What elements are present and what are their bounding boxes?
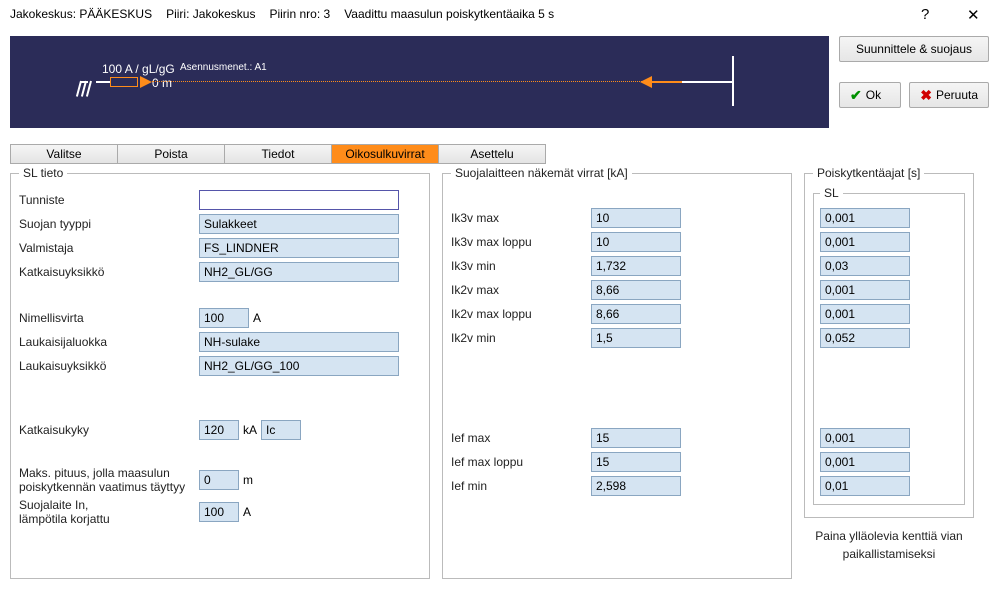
tab-poista[interactable]: Poista bbox=[117, 144, 225, 164]
ik3vmin-input[interactable]: 1,732 bbox=[591, 256, 681, 276]
tunniste-input[interactable] bbox=[199, 190, 399, 210]
ik2vmax-input[interactable]: 8,66 bbox=[591, 280, 681, 300]
ajat-input-5[interactable]: 0,052 bbox=[820, 328, 910, 348]
iefmax-input[interactable]: 15 bbox=[591, 428, 681, 448]
katkaisuyksikko-label: Katkaisuyksikkö bbox=[19, 265, 199, 279]
virrat-legend: Suojalaitteen näkemät virrat [kA] bbox=[451, 166, 632, 180]
ajat2-input-2[interactable]: 0,01 bbox=[820, 476, 910, 496]
iefmaxloppu-label: Ief max loppu bbox=[451, 455, 591, 469]
ajat-input-0[interactable]: 0,001 bbox=[820, 208, 910, 228]
ajat2-input-1[interactable]: 0,001 bbox=[820, 452, 910, 472]
ik3vmin-label: Ik3v min bbox=[451, 259, 591, 273]
katkaisukyky-label: Katkaisukyky bbox=[19, 423, 199, 437]
tunniste-label: Tunniste bbox=[19, 193, 199, 207]
ik3vmax-input[interactable]: 10 bbox=[591, 208, 681, 228]
virrat-group: Suojalaitteen näkemät virrat [kA] Ik3v m… bbox=[442, 166, 792, 579]
ajat2-input-0[interactable]: 0,001 bbox=[820, 428, 910, 448]
laukaisuluokka-input[interactable]: NH-sulake bbox=[199, 332, 399, 352]
tab-tiedot[interactable]: Tiedot bbox=[224, 144, 332, 164]
iefmin-input[interactable]: 2,598 bbox=[591, 476, 681, 496]
sl-tieto-group: SL tieto Tunniste Suojan tyyppiSulakkeet… bbox=[10, 166, 430, 579]
laukaisuyksikko-label: Laukaisuyksikkö bbox=[19, 359, 199, 373]
valmistaja-input[interactable]: FS_LINDNER bbox=[199, 238, 399, 258]
sl-subgroup-legend: SL bbox=[820, 186, 843, 200]
suojalaite-label: Suojalaite In,lämpötila korjattu bbox=[19, 498, 199, 526]
ajat-input-2[interactable]: 0,03 bbox=[820, 256, 910, 276]
katkaisuyksikko-input[interactable]: NH2_GL/GG bbox=[199, 262, 399, 282]
cross-icon: ✖ bbox=[920, 87, 932, 104]
ajat-input-4[interactable]: 0,001 bbox=[820, 304, 910, 324]
suojantyyppi-input[interactable]: Sulakkeet bbox=[199, 214, 399, 234]
iefmaxloppu-input[interactable]: 15 bbox=[591, 452, 681, 472]
hint-text: Paina ylläolevia kenttiä vianpaikallista… bbox=[804, 528, 974, 563]
tab-asettelu[interactable]: Asettelu bbox=[438, 144, 546, 164]
laukaisuluokka-label: Laukaisijaluokka bbox=[19, 335, 199, 349]
ik2vmin-input[interactable]: 1,5 bbox=[591, 328, 681, 348]
makspituus-label: Maks. pituus, jolla maasulunpoiskytkennä… bbox=[19, 466, 199, 494]
cancel-button[interactable]: ✖Peruuta bbox=[909, 82, 989, 108]
ajat-input-1[interactable]: 0,001 bbox=[820, 232, 910, 252]
ik2vmaxloppu-label: Ik2v max loppu bbox=[451, 307, 591, 321]
iefmax-label: Ief max bbox=[451, 431, 591, 445]
close-icon[interactable]: ✕ bbox=[967, 6, 983, 22]
suojantyyppi-label: Suojan tyyppi bbox=[19, 217, 199, 231]
ajat-legend: Poiskytkentäajat [s] bbox=[813, 166, 924, 180]
ajat-group: Poiskytkentäajat [s] SL 0,001 0,001 0,03… bbox=[804, 166, 974, 518]
tab-oikosulkuvirrat[interactable]: Oikosulkuvirrat bbox=[331, 144, 439, 164]
nimellisvirta-input[interactable]: 100 bbox=[199, 308, 249, 328]
iefmin-label: Ief min bbox=[451, 479, 591, 493]
suunnittele-suojaus-button[interactable]: Suunnittele & suojaus bbox=[839, 36, 989, 62]
suojalaite-input[interactable]: 100 bbox=[199, 502, 239, 522]
tab-valitse[interactable]: Valitse bbox=[10, 144, 118, 164]
nimellisvirta-label: Nimellisvirta bbox=[19, 311, 199, 325]
ik2vmaxloppu-input[interactable]: 8,66 bbox=[591, 304, 681, 324]
sl-tieto-legend: SL tieto bbox=[19, 166, 67, 180]
katkaisukyky-input[interactable]: 120 bbox=[199, 420, 239, 440]
check-icon: ✔ bbox=[850, 87, 862, 104]
help-icon[interactable]: ? bbox=[921, 6, 937, 22]
ik3vmax-label: Ik3v max bbox=[451, 211, 591, 225]
ok-button[interactable]: ✔Ok bbox=[839, 82, 901, 108]
valmistaja-label: Valmistaja bbox=[19, 241, 199, 255]
makspituus-input[interactable]: 0 bbox=[199, 470, 239, 490]
ajat-input-3[interactable]: 0,001 bbox=[820, 280, 910, 300]
circuit-diagram: 100 A / gL/gG0 m Asennusmenet.: A1 bbox=[10, 36, 829, 128]
titlebar-text: Jakokeskus: PÄÄKESKUS Piiri: Jakokeskus … bbox=[10, 7, 554, 21]
ik2vmax-label: Ik2v max bbox=[451, 283, 591, 297]
ik3vmaxloppu-input[interactable]: 10 bbox=[591, 232, 681, 252]
laukaisuyksikko-input[interactable]: NH2_GL/GG_100 bbox=[199, 356, 399, 376]
katkaisukyky-type-input[interactable]: Ic bbox=[261, 420, 301, 440]
ik2vmin-label: Ik2v min bbox=[451, 331, 591, 345]
sl-subgroup: SL 0,001 0,001 0,03 0,001 0,001 0,052 0,… bbox=[813, 186, 965, 505]
ik3vmaxloppu-label: Ik3v max loppu bbox=[451, 235, 591, 249]
